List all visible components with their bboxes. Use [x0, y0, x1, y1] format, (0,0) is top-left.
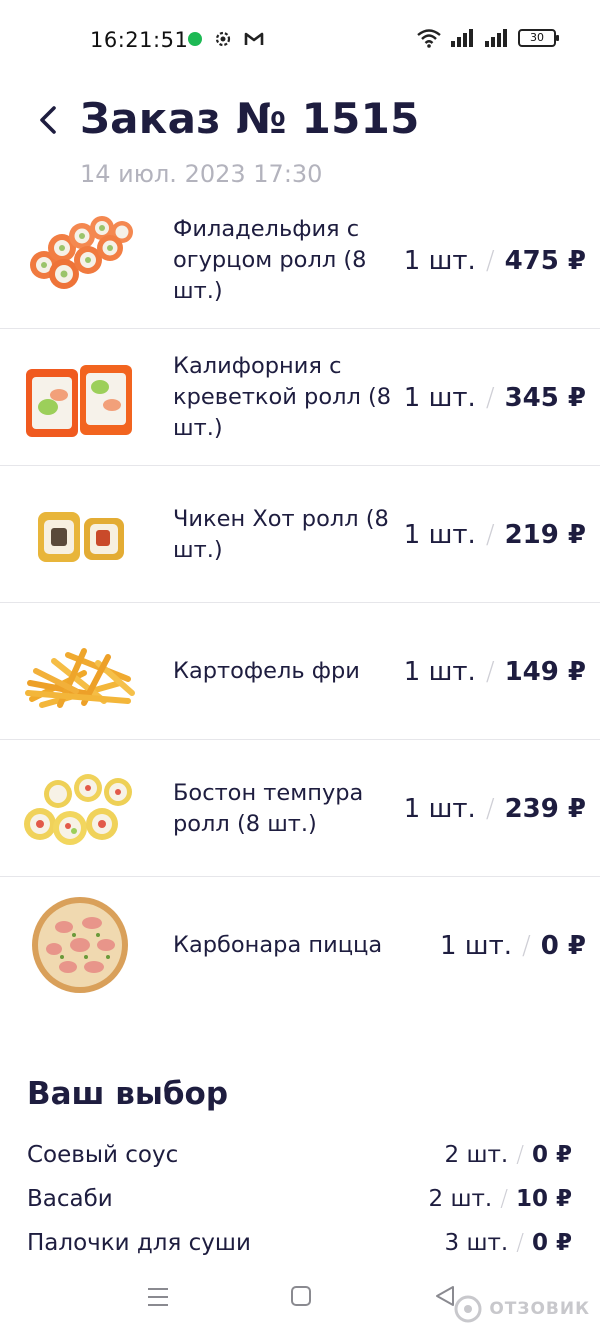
- watermark-text: ОТЗОВИК: [489, 1299, 590, 1319]
- order-item: Бостон темпура ролл (8 шт.) 1 шт. / 239 …: [0, 740, 600, 877]
- extra-row: Васаби 2 шт. / 10 ₽: [0, 1180, 600, 1224]
- item-quantity: 1 шт.: [403, 519, 476, 550]
- chicken-hot-roll-image: [38, 512, 124, 562]
- extra-qty-price: 2 шт. / 0 ₽: [445, 1142, 572, 1168]
- french-fries-image: [25, 648, 135, 708]
- item-quantity: 1 шт.: [403, 382, 476, 413]
- item-name: Бостон темпура ролл (8 шт.): [173, 779, 364, 837]
- separator: /: [516, 1230, 524, 1256]
- item-name: Картофель фри: [173, 658, 360, 684]
- item-qty-price: 1 шт. / 0 ₽: [440, 877, 586, 1014]
- carbonara-pizza-image: [32, 897, 128, 993]
- extras-title: Ваш выбор: [27, 1076, 229, 1112]
- item-price: 219 ₽: [504, 519, 586, 550]
- extras-list: Соевый соус 2 шт. / 0 ₽ Васаби 2 шт. / 1…: [0, 1136, 600, 1268]
- extra-qty-price: 3 шт. / 0 ₽: [445, 1230, 572, 1256]
- order-items-list: Филадельфия с огурцом ролл (8 шт.) 1 шт.…: [0, 192, 600, 1014]
- item-price: 345 ₽: [504, 382, 586, 413]
- item-name: Карбонара пицца: [173, 932, 383, 958]
- item-quantity: 1 шт.: [403, 245, 476, 276]
- order-item: Филадельфия с огурцом ролл (8 шт.) 1 шт.…: [0, 192, 600, 329]
- gmail-icon: [244, 32, 264, 45]
- philadelphia-roll-image: [30, 216, 133, 289]
- item-qty-price: 1 шт. / 219 ₽: [404, 466, 586, 603]
- extra-price: 10 ₽: [515, 1186, 572, 1212]
- extra-price: 0 ₽: [531, 1142, 572, 1168]
- order-item: Чикен Хот ролл (8 шт.) 1 шт. / 219 ₽: [0, 466, 600, 603]
- item-quantity: 1 шт.: [403, 656, 476, 687]
- order-date: 14 июл. 2023 17:30: [80, 160, 323, 188]
- extra-price: 0 ₽: [531, 1230, 572, 1256]
- home-icon[interactable]: [290, 1284, 312, 1308]
- extra-qty-price: 2 шт. / 10 ₽: [429, 1186, 572, 1212]
- status-system-icons: 30: [416, 28, 559, 48]
- item-quantity: 1 шт.: [403, 793, 476, 824]
- status-time: 16:21:51: [90, 28, 189, 52]
- status-bar: 16:21:51 30: [0, 0, 600, 80]
- item-price: 475 ₽: [504, 245, 586, 276]
- item-qty-price: 1 шт. / 239 ₽: [404, 740, 586, 877]
- item-qty-price: 1 шт. / 149 ₽: [404, 603, 586, 740]
- extra-name: Васаби: [27, 1186, 113, 1212]
- item-price: 149 ₽: [504, 656, 586, 687]
- boston-tempura-roll-image: [24, 774, 132, 845]
- signal-icon: [485, 29, 507, 47]
- order-item: Картофель фри 1 шт. / 149 ₽: [0, 603, 600, 740]
- item-price: 0 ₽: [540, 930, 586, 961]
- extra-row: Палочки для суши 3 шт. / 0 ₽: [0, 1224, 600, 1268]
- separator: /: [485, 519, 495, 550]
- watermark-logo-icon: [454, 1295, 482, 1323]
- item-quantity: 1 шт.: [439, 930, 512, 961]
- separator: /: [485, 656, 495, 687]
- spotify-icon: [188, 32, 202, 46]
- order-item: Карбонара пицца 1 шт. / 0 ₽: [0, 877, 600, 1014]
- watermark: ОТЗОВИК: [453, 1294, 590, 1324]
- separator: /: [485, 382, 495, 413]
- separator: /: [500, 1186, 508, 1212]
- menu-icon[interactable]: [146, 1284, 170, 1310]
- signal-icon: [451, 29, 473, 47]
- order-item: Калифорния с креветкой ролл (8 шт.) 1 шт…: [0, 329, 600, 466]
- extra-quantity: 2 шт.: [444, 1142, 509, 1168]
- separator: /: [522, 930, 531, 961]
- item-name: Чикен Хот ролл (8 шт.): [173, 505, 389, 563]
- separator: /: [516, 1142, 524, 1168]
- item-name: Калифорния с креветкой ролл (8 шт.): [173, 353, 392, 441]
- extra-name: Палочки для суши: [27, 1230, 251, 1256]
- extra-quantity: 2 шт.: [428, 1186, 493, 1212]
- item-qty-price: 1 шт. / 475 ₽: [404, 192, 586, 329]
- item-name: Филадельфия с огурцом ролл (8 шт.): [173, 216, 367, 304]
- wifi-icon: [417, 29, 441, 48]
- extra-name: Соевый соус: [27, 1142, 179, 1168]
- settings-gear-icon: [215, 31, 231, 47]
- separator: /: [485, 793, 495, 824]
- battery-icon: 30: [518, 29, 559, 47]
- extra-quantity: 3 шт.: [444, 1230, 509, 1256]
- back-arrow-icon[interactable]: [34, 102, 64, 138]
- page-title: Заказ № 1515: [80, 94, 420, 143]
- status-notification-icons: [188, 30, 264, 48]
- extra-row: Соевый соус 2 шт. / 0 ₽: [0, 1136, 600, 1180]
- item-qty-price: 1 шт. / 345 ₽: [404, 329, 586, 466]
- separator: /: [485, 245, 495, 276]
- item-price: 239 ₽: [504, 793, 586, 824]
- california-roll-image: [26, 365, 132, 437]
